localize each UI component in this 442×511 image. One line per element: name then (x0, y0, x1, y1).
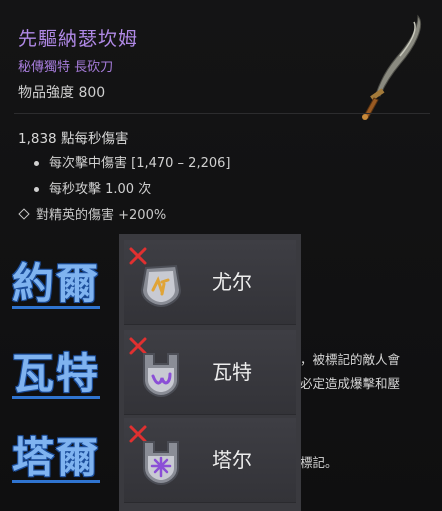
stat-line: 每秒攻擊 1.00 次 (34, 178, 151, 197)
stat-line: 每次擊中傷害 [1,470 – 2,206] (34, 152, 230, 171)
weapon-icon (362, 14, 422, 120)
rune-options-panel: 尤尔 瓦特 塔尔 (119, 234, 301, 511)
tal-rune-icon (143, 441, 179, 486)
item-name: 先驅納瑟坎姆 (18, 28, 139, 50)
partial-description: 必定造成爆擊和壓 (300, 376, 401, 391)
rune-option-label: 瓦特 (212, 360, 252, 384)
yul-rune-icon (140, 264, 182, 308)
affix-line: 對精英的傷害 +200% (18, 204, 166, 223)
rune-option-yul[interactable]: 尤尔 (124, 240, 296, 325)
rune-option-label: 尤尔 (212, 270, 252, 294)
partial-description: 標記。 (300, 455, 338, 470)
tooltip-divider (14, 113, 430, 114)
diamond-icon (18, 208, 30, 220)
overlay-label: 約爾 (12, 259, 101, 309)
item-power: 物品強度 800 (18, 85, 106, 101)
rune-option-label: 塔尔 (212, 448, 252, 472)
item-dps: 1,838 點每秒傷害 (18, 131, 129, 147)
rune-option-tal[interactable]: 塔尔 (124, 418, 296, 503)
rune-option-vex[interactable]: 瓦特 (124, 330, 296, 415)
overlay-label: 瓦特 (12, 349, 101, 399)
partial-description: ，被標記的敵人會 (300, 352, 401, 367)
item-type: 秘傳獨特 長砍刀 (18, 60, 114, 75)
overlay-label: 塔爾 (12, 433, 101, 483)
vex-rune-icon (143, 353, 179, 398)
